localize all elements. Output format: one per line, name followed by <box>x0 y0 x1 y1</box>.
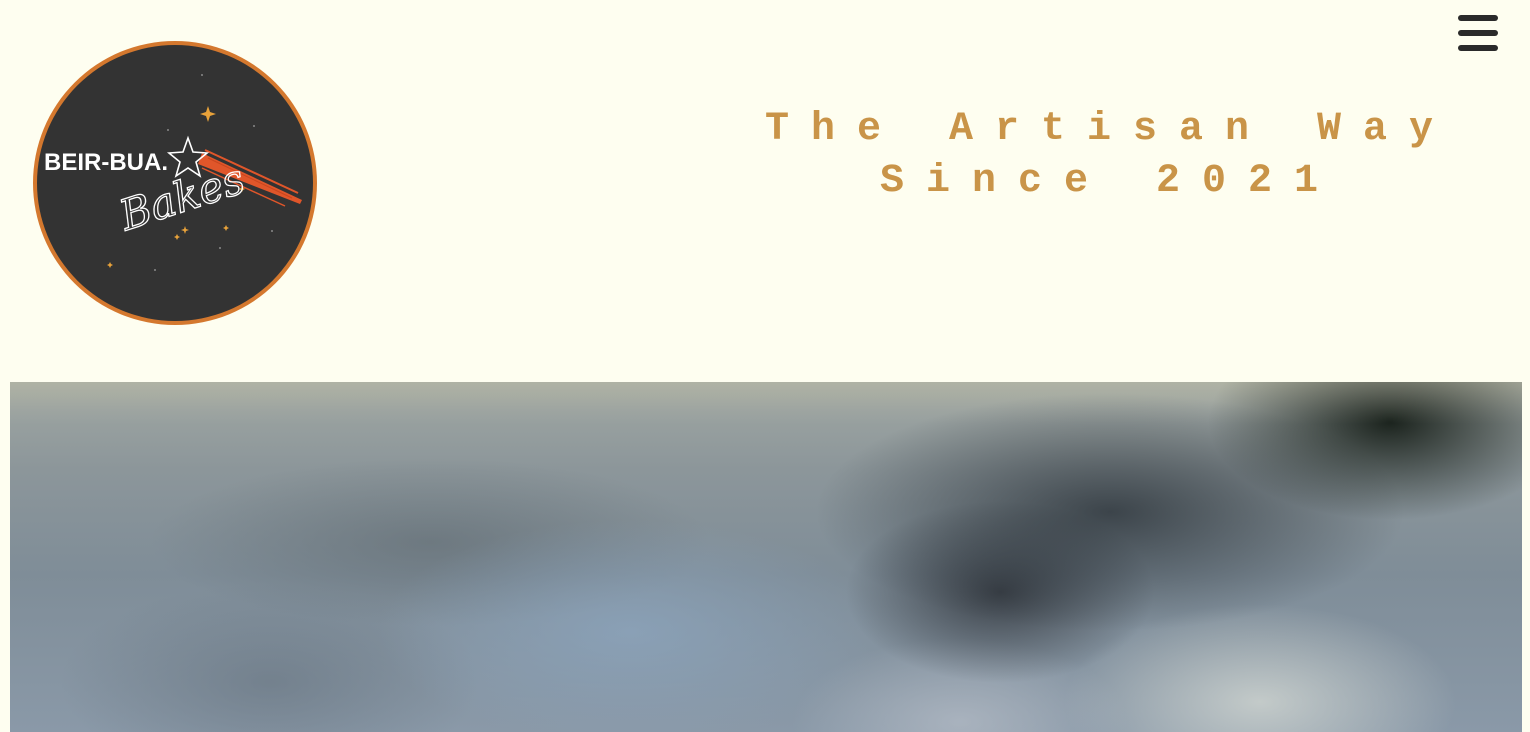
tagline-line1: The Artisan Way <box>764 107 1456 152</box>
page: BEIR-BUA. Bakes The Artisan Way Since 20… <box>0 0 1530 732</box>
tagline-line2: Since 2021 <box>879 159 1341 204</box>
menu-bar <box>1458 30 1498 36</box>
menu-bar <box>1458 15 1498 21</box>
logo-text-line1: BEIR-BUA. <box>44 149 168 176</box>
hamburger-menu-icon[interactable] <box>1458 15 1498 51</box>
beir-bua-bakes-logo[interactable]: BEIR-BUA. Bakes <box>30 38 320 328</box>
tagline: The Artisan Way Since 2021 <box>720 104 1500 208</box>
menu-bar <box>1458 45 1498 51</box>
hero-photo-image <box>10 382 1522 732</box>
